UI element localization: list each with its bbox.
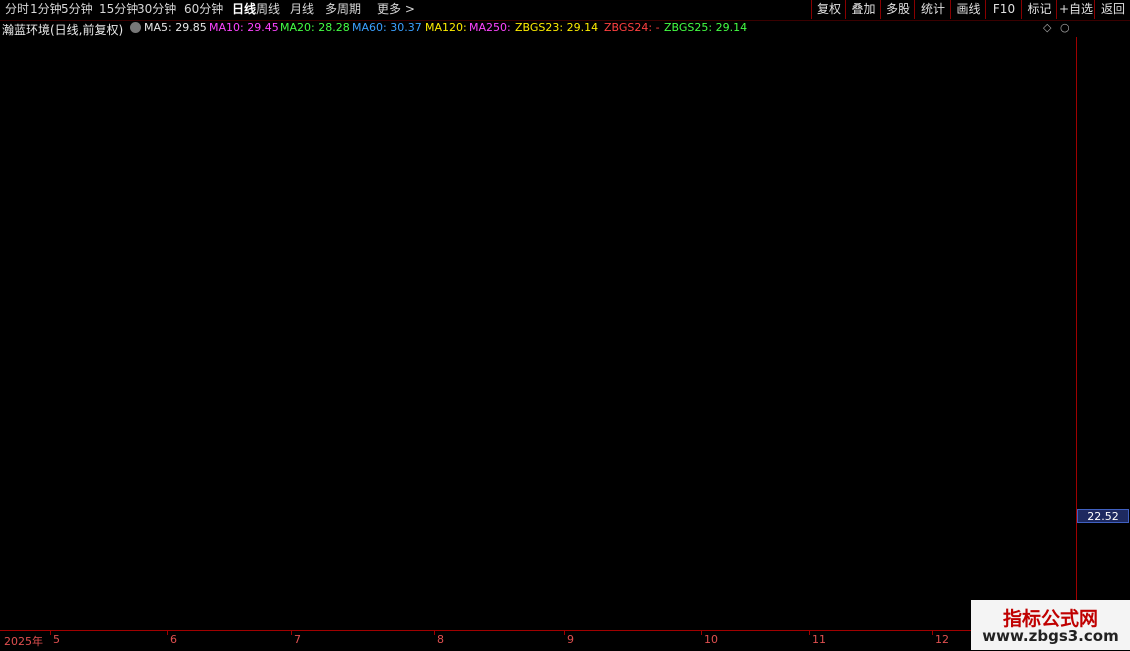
period-tab-7[interactable]: 周线 <box>256 1 280 18</box>
indicator-value-8: ZBGS25: 29.14 <box>664 21 748 34</box>
date-tick-mark <box>564 631 565 635</box>
date-tick-mark <box>434 631 435 635</box>
toolbar-button-4[interactable]: 画线 <box>950 0 986 19</box>
date-tick-mark <box>701 631 702 635</box>
toolbar-button-0[interactable]: 复权 <box>811 0 846 19</box>
toolbar-button-6[interactable]: 标记 <box>1021 0 1057 19</box>
indicator-value-5: MA250: <box>469 21 511 34</box>
period-tab-0[interactable]: 分时 <box>5 1 29 18</box>
period-tab-2[interactable]: 5分钟 <box>61 1 93 18</box>
period-tab-10[interactable]: 更多 > <box>377 1 415 18</box>
watermark-url: www.zbgs3.com <box>982 627 1119 645</box>
date-tick-label: 9 <box>567 633 574 646</box>
period-toolbar: 分时 1分钟 5分钟 15分钟 30分钟 60分钟 日线 周线 月线 多周期 更多 > 复权 叠加 多股统… <box>0 0 1130 21</box>
indicator-value-3: MA60: 30.37 <box>352 21 422 34</box>
date-tick-label: 11 <box>812 633 826 646</box>
toolbar-button-5[interactable]: F10 <box>985 0 1022 19</box>
period-tab-9[interactable]: 多周期 <box>325 1 361 18</box>
toolbar-button-7[interactable]: +自选 <box>1056 0 1095 19</box>
settings-dropdown-icon[interactable] <box>130 22 141 33</box>
period-tab-3[interactable]: 15分钟 <box>99 1 138 18</box>
indicator-value-6: ZBGS23: 29.14 <box>515 21 599 34</box>
period-tab-4[interactable]: 30分钟 <box>137 1 176 18</box>
indicator-value-1: MA10: 29.45 <box>209 21 279 34</box>
indicator-value-7: ZBGS24: - <box>604 21 660 34</box>
price-chart: ★K顶背离高方卖出R底背离高方卖出★K顶背离★K顶背离底方买进底方买进R底背离高… <box>0 37 1076 630</box>
date-tick-label: 12 <box>935 633 949 646</box>
circle-icon[interactable]: ○ <box>1060 21 1070 34</box>
toolbar-button-8[interactable]: 返回 <box>1094 0 1130 19</box>
date-tick-label: 8 <box>437 633 444 646</box>
date-tick-mark <box>932 631 933 635</box>
toolbar-button-1[interactable]: 叠加 <box>845 0 881 19</box>
date-tick-mark <box>167 631 168 635</box>
date-tick-label: 10 <box>704 633 718 646</box>
current-price-box: 22.52 <box>1077 509 1129 523</box>
date-tick-mark <box>809 631 810 635</box>
diamond-icon[interactable]: ◇ <box>1043 21 1051 34</box>
toolbar-button-3[interactable]: 统计 <box>914 0 951 19</box>
date-tick-label: 6 <box>170 633 177 646</box>
indicator-bar: 瀚蓝环境(日线,前复权) MA5: 29.85 MA10: 29.45 MA20: … <box>0 21 1130 37</box>
watermark: 指标公式网 www.zbgs3.com <box>971 600 1130 650</box>
indicator-value-4: MA120: <box>425 21 467 34</box>
date-tick-label: 2025年 <box>4 635 43 648</box>
toolbar-button-2[interactable]: 多股 <box>880 0 915 19</box>
date-tick-label: 5 <box>53 633 60 646</box>
date-tick-mark <box>291 631 292 635</box>
indicator-value-0: MA5: 29.85 <box>144 21 207 34</box>
date-tick-mark <box>50 631 51 635</box>
period-tab-1[interactable]: 1分钟 <box>30 1 62 18</box>
period-tab-6[interactable]: 日线 <box>232 1 256 18</box>
period-tab-8[interactable]: 月线 <box>290 1 314 18</box>
indicator-value-2: MA20: 28.28 <box>280 21 350 34</box>
price-axis: 30.0029.0028.0027.0026.0025.0024.0023.00… <box>1076 37 1130 630</box>
stock-title: 瀚蓝环境(日线,前复权) <box>2 23 124 37</box>
date-axis: 2025年 5 6 7 8 9 10 11 12 <box>0 630 1076 651</box>
date-tick-label: 7 <box>294 633 301 646</box>
period-tab-5[interactable]: 60分钟 <box>184 1 223 18</box>
